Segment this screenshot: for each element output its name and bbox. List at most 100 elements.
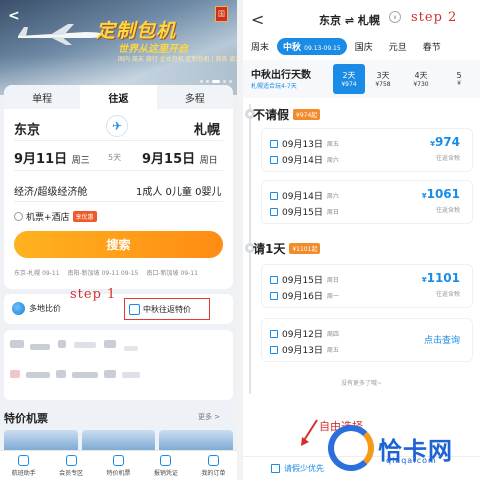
- outbound-date: 09月12日 周四: [270, 327, 339, 340]
- days-option-4[interactable]: 4天 ¥730: [405, 64, 437, 94]
- trip-type-tabs: 单程 往返 多程: [4, 85, 233, 109]
- trip-days-title: 中秋出行天数: [251, 70, 311, 81]
- tab-national-day[interactable]: 国庆: [347, 40, 381, 53]
- calendar-icon: [270, 207, 278, 216]
- receipt-icon: [160, 454, 172, 466]
- return-date-value: 09月14日: [282, 156, 323, 166]
- search-card: 单程 往返 多程 东京 ✈ 札幌 9月11日 周三 5天 9月15日 周日 经济…: [4, 85, 233, 289]
- tab-weekend[interactable]: 周末: [243, 40, 277, 53]
- return-date: 09月16日 周一: [270, 289, 339, 302]
- history-item[interactable]: 南阳-新加坡 09-11 09-15: [68, 268, 139, 277]
- calendar-icon: [271, 464, 280, 473]
- ticket-icon: [113, 454, 125, 466]
- nav-receipts[interactable]: 报销凭证: [142, 451, 189, 480]
- multi-city-compare-label: 多地比价: [29, 304, 61, 313]
- sort-label: 请假少优先: [284, 464, 324, 473]
- price-label: 往返含税: [435, 291, 460, 298]
- tab-new-year[interactable]: 元旦: [381, 40, 415, 53]
- tab-multi-city[interactable]: 多程: [157, 85, 233, 109]
- return-date[interactable]: 9月15日 周日: [142, 148, 218, 167]
- return-date-value: 09月15日: [282, 208, 323, 218]
- chevron-down-icon[interactable]: ∨: [389, 11, 401, 23]
- mid-autumn-deal-entry[interactable]: 中秋往返特价: [124, 298, 210, 320]
- query-link[interactable]: 点击查询: [424, 333, 460, 346]
- return-date: 09月14日 周六: [270, 153, 339, 166]
- back-icon[interactable]: <: [251, 10, 264, 29]
- tab-one-way[interactable]: 单程: [4, 85, 80, 109]
- days-option-label: 3天: [376, 71, 390, 80]
- calendar-icon: [129, 303, 140, 315]
- return-date: 09月13日 周五: [270, 343, 339, 356]
- tab-mid-autumn[interactable]: 中秋 09.13-09.15: [277, 37, 347, 55]
- back-icon[interactable]: <: [8, 8, 20, 24]
- tab-spring-festival[interactable]: 春节: [415, 40, 449, 53]
- return-date-value: 9月15日: [142, 152, 196, 167]
- step2-annotation: step 2: [411, 10, 458, 25]
- mid-autumn-deal-label: 中秋往返特价: [143, 304, 191, 314]
- nav-flight-assistant[interactable]: 航班助手: [0, 451, 47, 480]
- multi-city-compare[interactable]: 多地比价: [12, 302, 61, 315]
- arrival-city[interactable]: 札幌: [194, 119, 220, 138]
- nav-label: 航班助手: [11, 469, 36, 477]
- round-trip-price: ¥1101: [422, 271, 460, 285]
- nav-label: 我的订单: [201, 469, 226, 477]
- return-weekday: 周六: [326, 157, 339, 164]
- swap-cities-icon[interactable]: ✈: [106, 115, 128, 137]
- carousel-dots: [200, 80, 232, 83]
- right-screen: < 东京 ⇌ 札幌 ∨ step 2 周末 中秋 09.13-09.15 国庆 …: [243, 0, 480, 480]
- radio-icon[interactable]: [14, 212, 23, 221]
- calendar-icon: [270, 291, 278, 300]
- nav-my-orders[interactable]: 我的订单: [190, 451, 237, 480]
- nav-member-zone[interactable]: 会员专区: [47, 451, 94, 480]
- section-one-day-leave: 请1天 ¥1101起: [253, 240, 321, 257]
- history-item[interactable]: 东京-札幌 09-11: [14, 268, 60, 277]
- promo-banner[interactable]: < 定制包机 世界从这里开启 国内 周末 旅行 企业包机 定制包机 | 商务 旅…: [0, 0, 237, 95]
- nav-special-fares[interactable]: 特价机票: [95, 451, 142, 480]
- search-history: 东京-札幌 09-11 南阳-新加坡 09-11 09-15 南口-新加坡 09…: [14, 268, 223, 277]
- days-option-price: ¥730: [413, 81, 429, 88]
- date-option-card[interactable]: 09月12日 周四 09月13日 周五 点击查询: [261, 318, 473, 362]
- discount-badge: 享优惠: [72, 211, 97, 222]
- date-option-card[interactable]: 09月14日 周六 09月15日 周日 ¥1061 往返含税: [261, 180, 473, 224]
- no-more-text: 没有更多了哦~: [340, 380, 383, 387]
- outbound-weekday: 周日: [326, 277, 339, 284]
- search-button[interactable]: 搜索: [14, 231, 223, 258]
- days-option-label: 4天: [414, 71, 428, 80]
- more-link[interactable]: 更多 >: [198, 412, 220, 422]
- outbound-weekday: 周六: [326, 193, 339, 200]
- nav-label: 会员专区: [59, 469, 84, 477]
- section-title: 请1天: [253, 242, 286, 256]
- route-title[interactable]: 东京 ⇌ 札幌: [319, 12, 380, 28]
- outbound-weekday: 周四: [326, 331, 339, 338]
- divider: [14, 140, 223, 141]
- tab-mid-autumn-label: 中秋: [283, 42, 302, 53]
- trip-days-selector: 中秋出行天数 札幌适合玩4-7天 2天 ¥974 3天 ¥758 4天 ¥730…: [243, 60, 480, 98]
- date-option-card[interactable]: 09月13日 周五 09月14日 周六 ¥974 往返含税: [261, 128, 473, 172]
- departure-date[interactable]: 9月11日 周三: [14, 148, 90, 167]
- return-weekday: 周一: [326, 293, 339, 300]
- round-trip-price: ¥974: [430, 135, 460, 149]
- return-date: 09月15日 周日: [270, 205, 339, 218]
- days-option-3[interactable]: 3天 ¥758: [367, 64, 399, 94]
- divider: [14, 201, 223, 202]
- days-option-label: 5: [456, 71, 462, 80]
- section-price-tag: ¥974起: [293, 109, 321, 120]
- price-value: 1061: [426, 187, 460, 201]
- special-fares-title: 特价机票: [4, 412, 48, 425]
- date-option-card[interactable]: 09月15日 周日 09月16日 周一 ¥1101 往返含税: [261, 264, 473, 308]
- days-option-2[interactable]: 2天 ¥974: [333, 64, 365, 94]
- cabin-class[interactable]: 经济/超级经济舱: [14, 183, 87, 198]
- calendar-icon: [270, 155, 278, 164]
- section-no-leave: 不请假 ¥974起: [253, 106, 321, 123]
- hotel-bundle-option[interactable]: 机票+酒店 享优惠: [14, 210, 97, 223]
- calendar-icon: [270, 329, 278, 338]
- globe-icon: [12, 302, 25, 315]
- history-item[interactable]: 南口-新加坡 09-11: [146, 268, 198, 277]
- tab-round-trip[interactable]: 往返: [80, 85, 157, 109]
- departure-city[interactable]: 东京: [14, 119, 40, 138]
- passenger-count[interactable]: 1成人 0儿童 0婴儿: [136, 183, 221, 198]
- banner-title: 定制包机: [96, 20, 177, 42]
- price-label: 往返含税: [435, 155, 460, 162]
- days-option-5[interactable]: 5 ¥: [444, 64, 474, 94]
- days-option-price: ¥: [457, 80, 461, 87]
